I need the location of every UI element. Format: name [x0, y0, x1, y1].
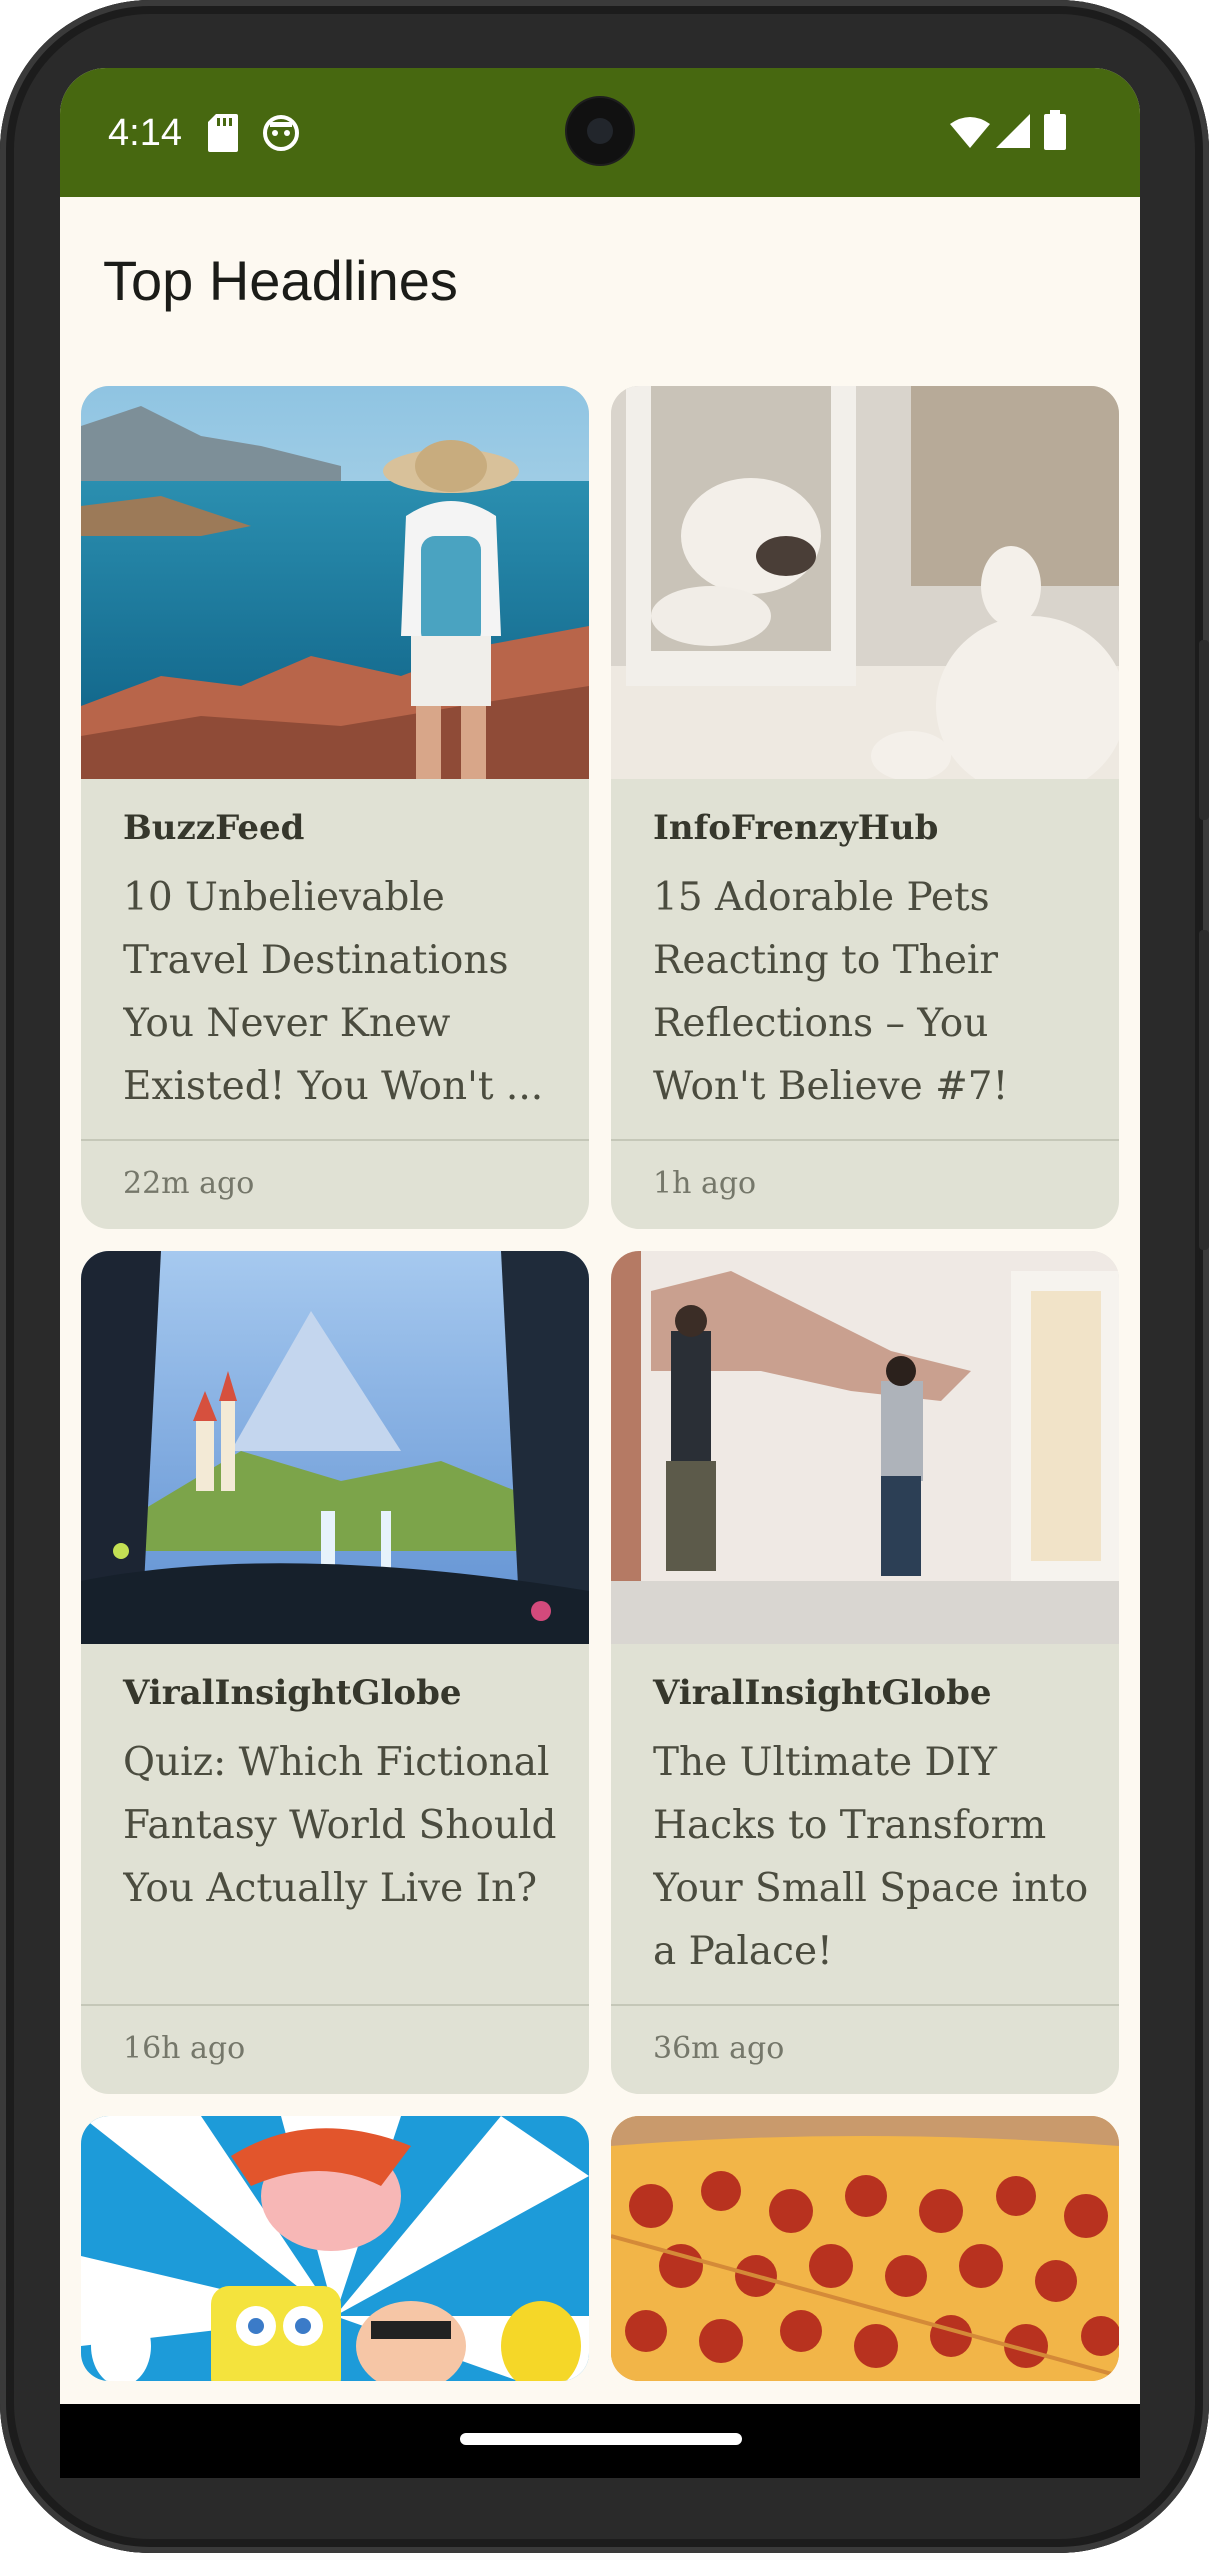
wifi-icon: [950, 117, 990, 148]
article-card[interactable]: ViralInsightGlobe Quiz: Which Fictional …: [81, 1251, 589, 2094]
article-image-cartoons: [81, 2116, 589, 2381]
signal-icon: [996, 114, 1030, 148]
phone-frame: 4:14 Top Headlines BuzzFeed 10 Unbelieva…: [0, 0, 1209, 2553]
article-time: 16h ago: [123, 2031, 246, 2066]
card-divider: [81, 1139, 589, 1141]
article-image-travel: [81, 386, 589, 779]
status-bar: 4:14: [60, 68, 1140, 197]
article-image-pets: [611, 386, 1119, 779]
battery-icon: [1044, 110, 1066, 150]
article-card[interactable]: ViralInsightGlobe The Ultimate DIY Hacks…: [611, 1251, 1119, 2094]
article-source: InfoFrenzyHub: [653, 808, 939, 848]
article-image-fantasy: [81, 1251, 589, 1644]
front-camera: [567, 98, 633, 164]
article-image-pizza: [611, 2116, 1119, 2381]
article-time: 1h ago: [653, 1166, 757, 1201]
screen: 4:14 Top Headlines BuzzFeed 10 Unbelieva…: [60, 68, 1140, 2478]
article-headline: Quiz: Which Fictional Fantasy World Shou…: [123, 1740, 557, 1911]
volume-button: [1199, 930, 1209, 1250]
android-debug-icon: [263, 115, 299, 151]
card-divider: [611, 1139, 1119, 1141]
status-time: 4:14: [108, 112, 182, 154]
article-headline: 10 Unbelievable Travel Destinations You …: [123, 875, 544, 1109]
article-headline: The Ultimate DIY Hacks to Transform Your…: [653, 1740, 1089, 1974]
article-headline: 15 Adorable Pets Reacting to Their Refle…: [653, 875, 1009, 1109]
power-button: [1199, 640, 1209, 820]
page-title: Top Headlines: [103, 249, 458, 312]
article-source: ViralInsightGlobe: [653, 1673, 992, 1713]
card-divider: [81, 2004, 589, 2006]
article-card[interactable]: [611, 2116, 1119, 2381]
card-divider: [611, 2004, 1119, 2006]
article-image-diy: [611, 1251, 1119, 1644]
article-time: 36m ago: [653, 2031, 785, 2066]
article-source: BuzzFeed: [123, 808, 305, 848]
sd-card-icon: [208, 114, 238, 152]
article-time: 22m ago: [123, 1166, 255, 1201]
article-card[interactable]: BuzzFeed 10 Unbelievable Travel Destinat…: [81, 386, 589, 1229]
home-gesture-handle[interactable]: [460, 2433, 742, 2445]
article-card[interactable]: [81, 2116, 589, 2381]
article-source: ViralInsightGlobe: [123, 1673, 462, 1713]
article-card[interactable]: InfoFrenzyHub 15 Adorable Pets Reacting …: [611, 386, 1119, 1229]
